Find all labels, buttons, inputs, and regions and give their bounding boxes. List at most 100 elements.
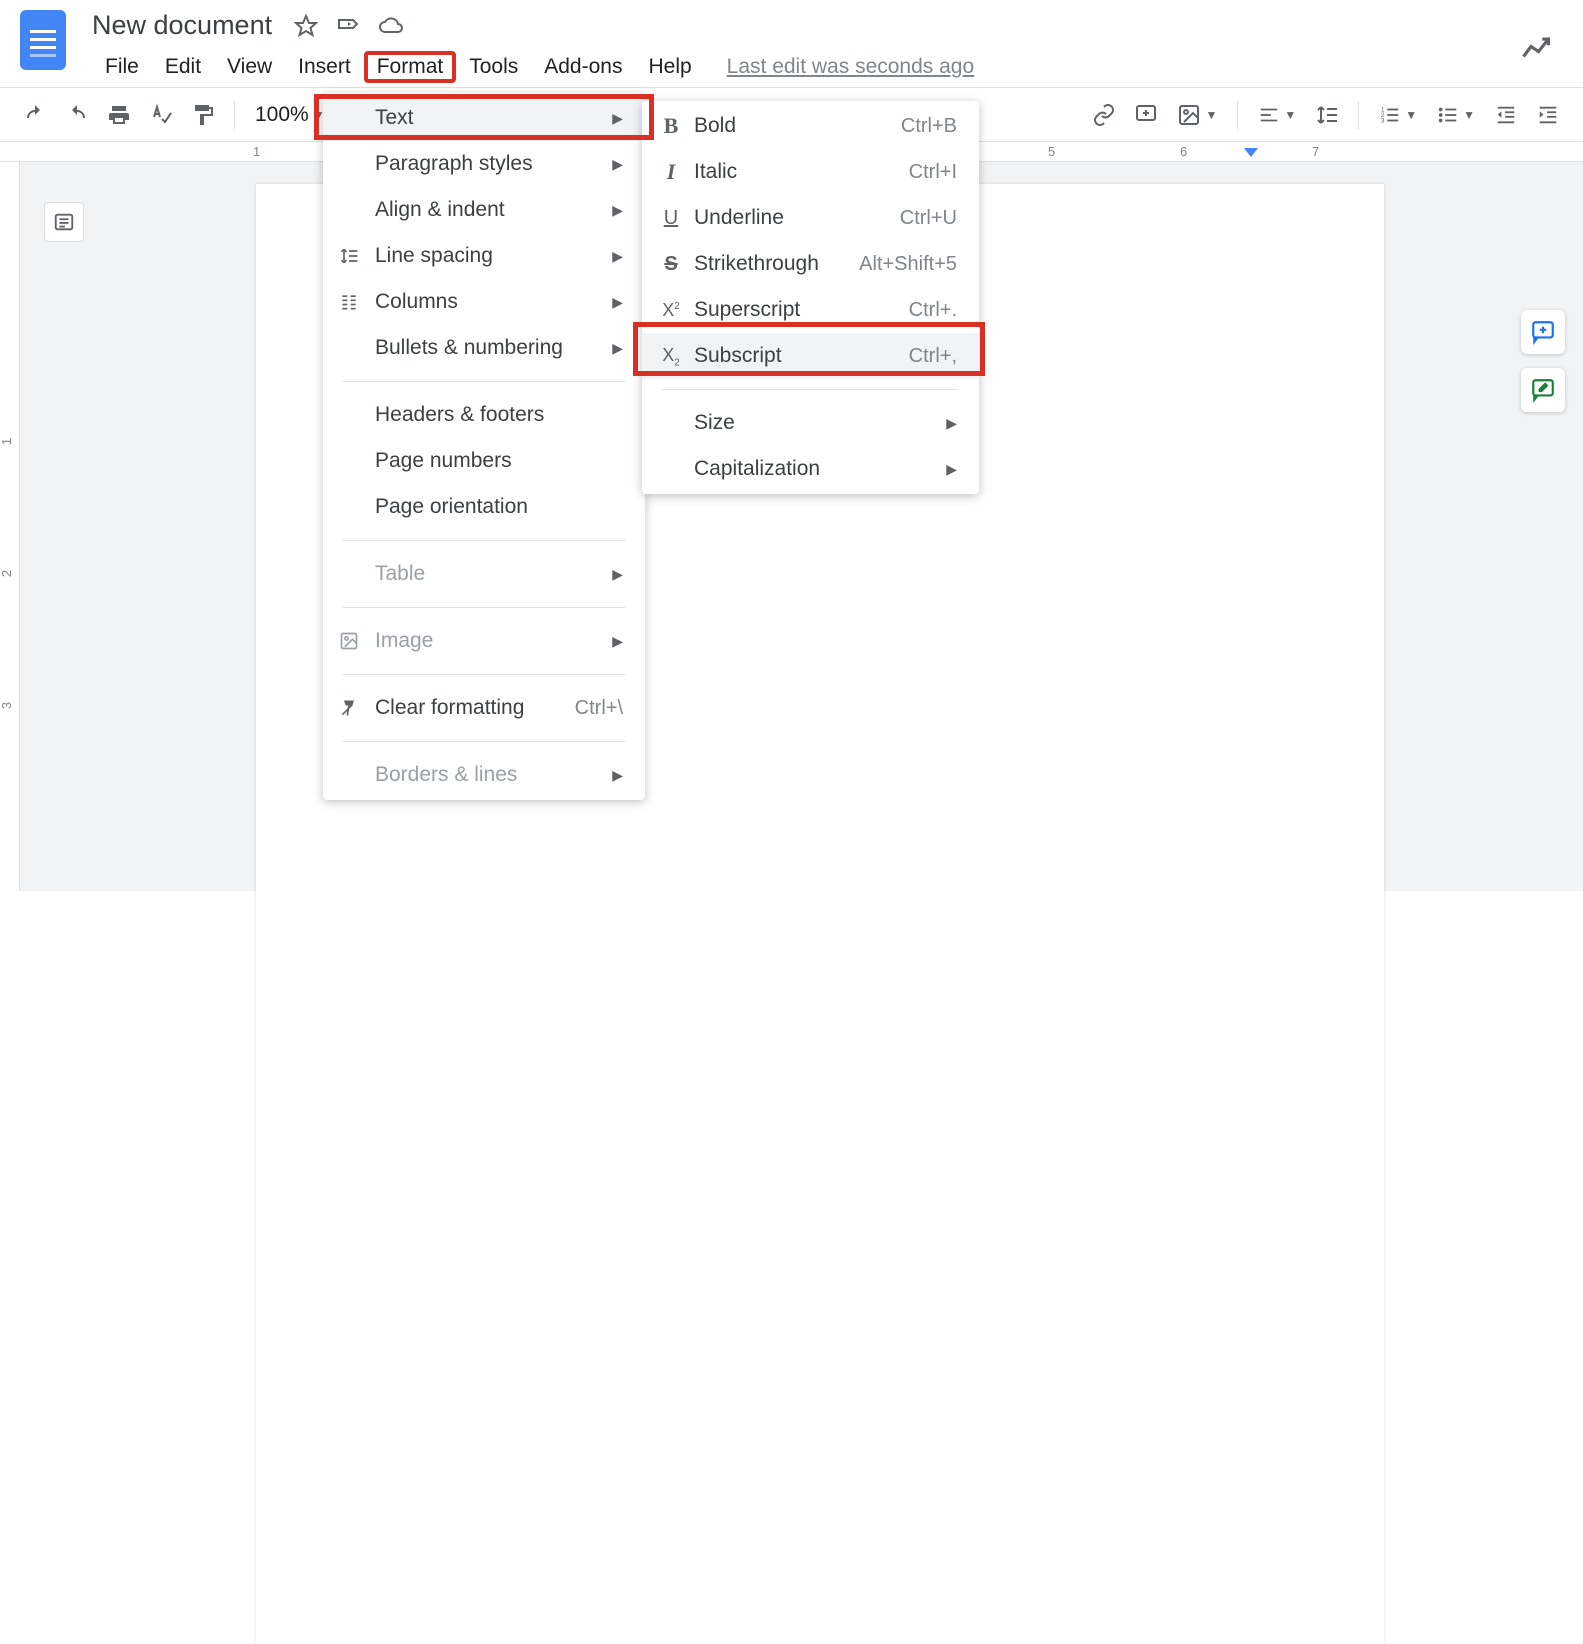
activity-icon[interactable] (1521, 34, 1551, 64)
star-icon[interactable] (294, 14, 318, 38)
menu-item-icon: U (658, 207, 684, 230)
menu-item-label: Borders & lines (375, 763, 517, 787)
undo-button[interactable] (18, 98, 52, 132)
menu-item-icon (339, 631, 365, 651)
menu-addons[interactable]: Add-ons (531, 51, 635, 83)
menu-item-label: Paragraph styles (375, 152, 533, 176)
menu-item-label: Page numbers (375, 449, 512, 473)
bulleted-list-button[interactable]: ▼ (1431, 104, 1481, 126)
menu-item-label: Subscript (694, 344, 782, 368)
submenu-arrow-icon: ▶ (946, 415, 957, 432)
align-button[interactable]: ▼ (1252, 104, 1302, 126)
insert-link-button[interactable] (1087, 98, 1121, 132)
right-indent-marker[interactable] (1244, 148, 1258, 157)
menu-item-icon: B (658, 113, 684, 139)
menu-item-label: Text (375, 106, 414, 130)
menu-view[interactable]: View (214, 51, 285, 83)
format-item-page-numbers[interactable]: Page numbers (323, 438, 645, 484)
format-dropdown: Text▶Paragraph styles▶Align & indent▶Lin… (323, 93, 645, 800)
ruler-tick: 7 (1312, 144, 1319, 159)
cloud-status-icon[interactable] (378, 14, 404, 38)
format-item-align-indent[interactable]: Align & indent▶ (323, 187, 645, 233)
menu-help[interactable]: Help (635, 51, 704, 83)
ruler-tick: 3 (0, 702, 14, 709)
submenu-arrow-icon: ▶ (612, 110, 623, 127)
menu-insert[interactable]: Insert (285, 51, 364, 83)
numbered-list-button[interactable]: 123▼ (1373, 104, 1423, 126)
line-spacing-button[interactable] (1310, 98, 1344, 132)
format-item-paragraph-styles[interactable]: Paragraph styles▶ (323, 141, 645, 187)
format-item-headers-footers[interactable]: Headers & footers (323, 392, 645, 438)
insert-image-button[interactable]: ▼ (1171, 103, 1223, 127)
format-item-columns[interactable]: Columns ▶ (323, 279, 645, 325)
text-item-subscript[interactable]: X2SubscriptCtrl+, (642, 333, 979, 379)
add-comment-button[interactable] (1129, 98, 1163, 132)
menu-file[interactable]: File (92, 51, 152, 83)
vertical-ruler[interactable]: 1 2 3 (0, 162, 20, 891)
menu-item-label: Bullets & numbering (375, 336, 563, 360)
title-area: New document File Edit View Insert Forma… (92, 10, 974, 83)
menu-separator (343, 540, 625, 541)
menu-item-label: Capitalization (694, 457, 820, 481)
format-item-page-orientation[interactable]: Page orientation (323, 484, 645, 530)
menu-separator (662, 389, 959, 390)
submenu-arrow-icon: ▶ (612, 767, 623, 784)
toolbar-separator (234, 101, 235, 129)
ruler-tick: 1 (253, 144, 260, 159)
menu-separator (343, 674, 625, 675)
docs-logo-icon[interactable] (20, 10, 66, 70)
menu-item-label: Image (375, 629, 433, 653)
menu-item-icon (339, 698, 365, 718)
text-item-capitalization[interactable]: Capitalization ▶ (642, 446, 979, 492)
text-item-bold[interactable]: BBoldCtrl+B (642, 103, 979, 149)
text-item-underline[interactable]: UUnderlineCtrl+U (642, 195, 979, 241)
chevron-down-icon: ▼ (1205, 108, 1217, 122)
print-button[interactable] (102, 98, 136, 132)
spellcheck-button[interactable] (144, 98, 178, 132)
format-item-bullets-numbering[interactable]: Bullets & numbering ▶ (323, 325, 645, 371)
menu-item-label: Underline (694, 206, 784, 230)
menu-tools[interactable]: Tools (456, 51, 531, 83)
submenu-arrow-icon: ▶ (612, 294, 623, 311)
format-item-clear-formatting[interactable]: Clear formattingCtrl+\ (323, 685, 645, 731)
redo-button[interactable] (60, 98, 94, 132)
menu-item-label: Headers & footers (375, 403, 544, 427)
decrease-indent-button[interactable] (1489, 98, 1523, 132)
last-edit-link[interactable]: Last edit was seconds ago (727, 55, 975, 79)
menu-bar: File Edit View Insert Format Tools Add-o… (92, 51, 974, 83)
submenu-arrow-icon: ▶ (946, 461, 957, 478)
increase-indent-button[interactable] (1531, 98, 1565, 132)
zoom-select[interactable]: 100% ▼ (249, 103, 331, 127)
menu-item-label: Size (694, 411, 735, 435)
text-item-strikethrough[interactable]: SStrikethroughAlt+Shift+5 (642, 241, 979, 287)
menu-separator (343, 607, 625, 608)
text-item-superscript[interactable]: X2SuperscriptCtrl+. (642, 287, 979, 333)
move-icon[interactable] (336, 14, 360, 38)
ruler-tick: 6 (1180, 144, 1187, 159)
menu-item-shortcut: Alt+Shift+5 (859, 253, 957, 276)
toolbar-separator (1358, 101, 1359, 129)
document-title[interactable]: New document (92, 10, 272, 41)
menu-item-icon (339, 246, 365, 266)
format-item-line-spacing[interactable]: Line spacing▶ (323, 233, 645, 279)
chevron-down-icon: ▼ (1463, 108, 1475, 122)
menu-item-label: Columns (375, 290, 458, 314)
show-outline-button[interactable] (44, 202, 84, 242)
menu-item-label: Bold (694, 114, 736, 138)
menu-edit[interactable]: Edit (152, 51, 214, 83)
menu-item-label: Strikethrough (694, 252, 819, 276)
menu-format[interactable]: Format (364, 51, 457, 83)
menu-item-icon: I (658, 159, 684, 185)
text-item-size[interactable]: Size ▶ (642, 400, 979, 446)
paint-format-button[interactable] (186, 98, 220, 132)
format-item-text[interactable]: Text ▶ (323, 95, 645, 141)
text-item-italic[interactable]: IItalicCtrl+I (642, 149, 979, 195)
menu-item-shortcut: Ctrl+. (909, 299, 957, 322)
format-item-table: Table▶ (323, 551, 645, 597)
submenu-arrow-icon: ▶ (612, 340, 623, 357)
suggest-edits-fab[interactable] (1521, 368, 1565, 412)
menu-item-icon: X2 (658, 299, 684, 322)
add-comment-fab[interactable] (1521, 310, 1565, 354)
menu-separator (343, 741, 625, 742)
chevron-down-icon: ▼ (1284, 108, 1296, 122)
